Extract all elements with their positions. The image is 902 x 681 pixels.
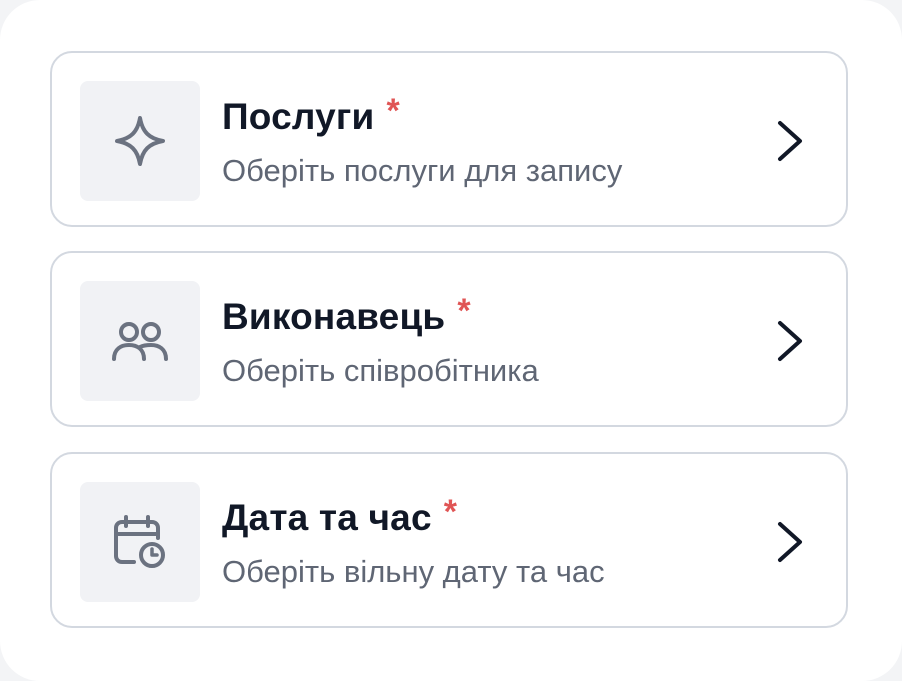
datetime-icon-container <box>80 482 200 602</box>
required-asterisk: * <box>386 91 400 130</box>
services-title: Послуги <box>222 96 375 137</box>
chevron-right-icon <box>778 321 802 361</box>
services-icon-container <box>80 81 200 201</box>
performer-subtitle: Оберіть співробітника <box>222 353 539 388</box>
required-asterisk: * <box>457 291 471 330</box>
services-title-row: Послуги * <box>222 91 400 139</box>
performer-title-row: Виконавець * <box>222 291 471 339</box>
services-step-card[interactable]: Послуги * Оберіть послуги для запису <box>50 51 848 227</box>
users-icon <box>112 322 168 361</box>
booking-steps-panel: Послуги * Оберіть послуги для запису Вик… <box>0 0 902 681</box>
datetime-subtitle: Оберіть вільну дату та час <box>222 554 605 589</box>
chevron-right-icon <box>778 121 802 161</box>
performer-icon-container <box>80 281 200 401</box>
performer-step-card[interactable]: Виконавець * Оберіть співробітника <box>50 251 848 427</box>
required-asterisk: * <box>443 492 457 531</box>
services-subtitle: Оберіть послуги для запису <box>222 153 623 188</box>
datetime-title: Дата та час <box>222 497 432 538</box>
calendar-clock-icon <box>114 515 165 568</box>
datetime-title-row: Дата та час * <box>222 492 457 540</box>
datetime-step-card[interactable]: Дата та час * Оберіть вільну дату та час <box>50 452 848 628</box>
sparkle-icon <box>115 116 165 166</box>
performer-title: Виконавець <box>222 296 446 337</box>
chevron-right-icon <box>778 522 802 562</box>
